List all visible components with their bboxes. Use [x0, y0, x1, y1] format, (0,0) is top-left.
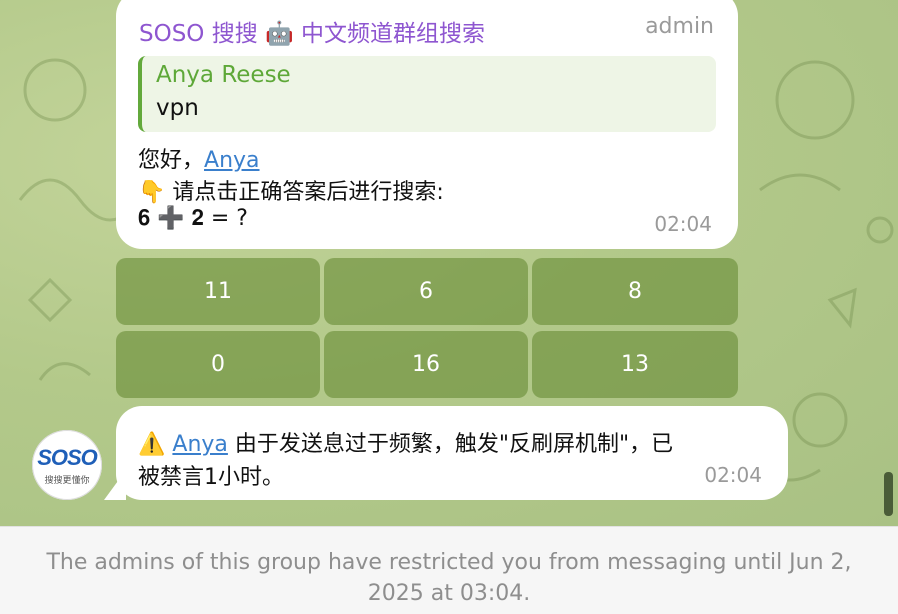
reply-quote[interactable]: Anya Reese vpn	[138, 56, 716, 132]
restriction-notice: The admins of this group have restricted…	[46, 550, 852, 606]
answer-button-0[interactable]: 0	[116, 331, 320, 398]
admin-badge: admin	[645, 14, 714, 39]
user-mention-link[interactable]: Anya	[172, 432, 228, 457]
answer-button-6[interactable]: 6	[324, 258, 528, 325]
message-bubble-warning: ⚠️ Anya 由于发送息过于频繁，触发"反刷屏机制"，已 被禁言1小时。 02…	[116, 406, 788, 500]
reply-quote-name: Anya Reese	[156, 62, 291, 88]
avatar-logo-subtext: 搜搜更懂你	[44, 476, 90, 486]
restriction-footer: The admins of this group have restricted…	[0, 526, 898, 614]
bot-avatar[interactable]: SOSO 搜搜更懂你	[32, 430, 102, 500]
chat-area: SOSO 搜搜 🤖 中文频道群组搜索 admin Anya Reese vpn …	[0, 0, 898, 526]
warning-line-2: 被禁言1小时。	[138, 465, 284, 490]
warning-line-1: ⚠️ Anya 由于发送息过于频繁，触发"反刷屏机制"，已	[138, 426, 673, 458]
avatar-logo-text: SOSO	[37, 445, 98, 470]
greeting-line: 您好，Anya	[138, 142, 260, 174]
sender-name[interactable]: SOSO 搜搜 🤖 中文频道群组搜索	[139, 14, 485, 48]
warning-icon: ⚠️	[138, 432, 166, 457]
message-bubble-captcha: SOSO 搜搜 🤖 中文频道群组搜索 admin Anya Reese vpn …	[116, 0, 738, 249]
captcha-question: 𝟔 ➕ 𝟐 = ?	[138, 206, 248, 231]
answer-button-11[interactable]: 11	[116, 258, 320, 325]
user-mention-link[interactable]: Anya	[204, 148, 260, 173]
answer-button-16[interactable]: 16	[324, 331, 528, 398]
answer-button-13[interactable]: 13	[532, 331, 738, 398]
scrollbar-thumb[interactable]	[884, 472, 893, 516]
greeting-prefix: 您好，	[138, 148, 205, 173]
instruction-text: 👇 请点击正确答案后进行搜索:	[138, 180, 444, 205]
answer-button-8[interactable]: 8	[532, 258, 738, 325]
inline-keyboard: 11 6 8 0 16 13	[116, 258, 738, 398]
message-time: 02:04	[704, 463, 762, 487]
reply-quote-text: vpn	[156, 95, 199, 121]
warning-text: 由于发送息过于频繁，触发"反刷屏机制"，已	[227, 432, 674, 457]
message-time: 02:04	[654, 212, 712, 236]
